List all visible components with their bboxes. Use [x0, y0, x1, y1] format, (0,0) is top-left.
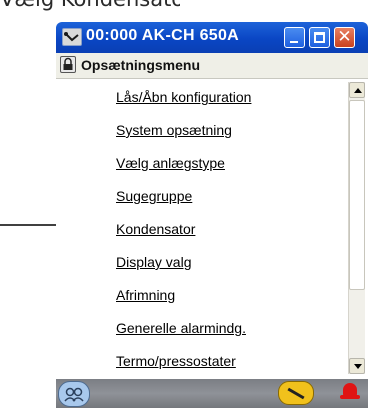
- thermometer-icon: [62, 28, 82, 46]
- users-icon[interactable]: [58, 381, 90, 407]
- page-caption: Vælg Kondensator: [0, 0, 180, 19]
- menu-title: Opsætningsmenu: [81, 57, 201, 73]
- title-bar[interactable]: 00:000 AK-CH 650A ✕: [56, 22, 368, 53]
- menu-item-termo-pressostater[interactable]: Termo/pressostater: [116, 353, 236, 369]
- menu-header: Opsætningsmenu: [56, 53, 368, 79]
- scroll-up-button[interactable]: [349, 82, 365, 98]
- minimize-button[interactable]: [284, 27, 305, 48]
- menu-item-afrimning[interactable]: Afrimning: [116, 287, 175, 303]
- close-icon: ✕: [337, 27, 352, 47]
- menu-item-laas-aabn-konfiguration[interactable]: Lås/Åbn konfiguration: [116, 89, 251, 105]
- maximize-button[interactable]: [309, 27, 330, 48]
- menu-item-display-valg[interactable]: Display valg: [116, 254, 191, 270]
- maximize-icon: [314, 32, 325, 43]
- window-title: 00:000 AK-CH 650A: [86, 27, 240, 44]
- minimize-icon: [290, 41, 298, 43]
- status-bar: [56, 379, 368, 408]
- scroll-down-button[interactable]: [349, 358, 365, 374]
- menu-item-sugegruppe[interactable]: Sugegruppe: [116, 188, 192, 204]
- lock-icon[interactable]: [60, 56, 76, 73]
- scroll-thumb[interactable]: [349, 100, 365, 290]
- menu-list: Lås/Åbn konfiguration System opsætning V…: [56, 79, 348, 379]
- menu-item-vaelg-anlaegstype[interactable]: Vælg anlægstype: [116, 155, 225, 171]
- app-window: 00:000 AK-CH 650A ✕ Opsætningsmenu Lås/Å…: [56, 22, 368, 408]
- wrench-icon[interactable]: [278, 381, 314, 405]
- scrollbar[interactable]: [348, 82, 365, 374]
- menu-item-generelle-alarmindg[interactable]: Generelle alarmindg.: [116, 320, 246, 336]
- menu-item-kondensator[interactable]: Kondensator: [116, 221, 195, 237]
- close-button[interactable]: ✕: [334, 27, 355, 48]
- menu-item-system-opsaetning[interactable]: System opsætning: [116, 122, 232, 138]
- bell-icon[interactable]: [340, 383, 360, 399]
